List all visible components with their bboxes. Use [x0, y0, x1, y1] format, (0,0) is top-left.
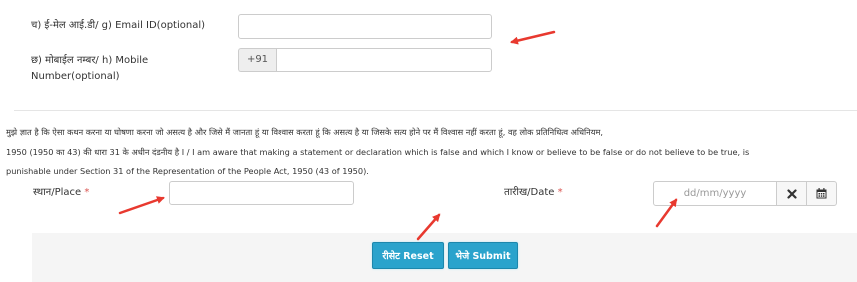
arrow-reset: [416, 213, 441, 241]
arrow-date: [655, 198, 678, 228]
annotation-arrows: [118, 30, 678, 241]
arrow-email: [510, 30, 556, 45]
arrow-place: [118, 196, 165, 215]
